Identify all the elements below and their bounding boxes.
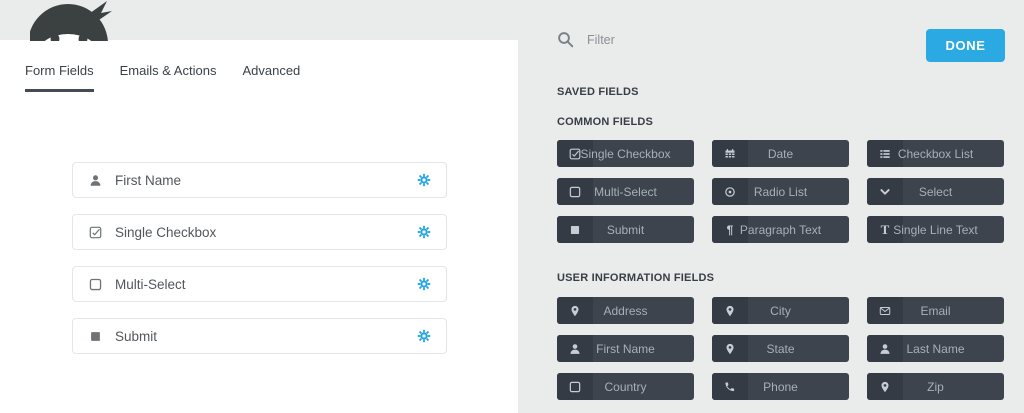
form-field-row-first-name[interactable]: First Name (72, 162, 447, 198)
palette-field-city[interactable]: City (712, 297, 849, 324)
field-palette-sidebar: DONE SAVED FIELDS COMMON FIELDS Single C… (518, 0, 1024, 413)
done-button[interactable]: DONE (926, 29, 1005, 62)
palette-field-multi-select[interactable]: Multi-Select (557, 178, 694, 205)
field-label: First Name (115, 173, 181, 188)
form-field-row-submit[interactable]: Submit (72, 318, 447, 354)
tab-form-fields[interactable]: Form Fields (25, 63, 94, 92)
form-builder-panel: Form Fields Emails & Actions Advanced Fi… (0, 40, 518, 413)
palette-field-label: Email (867, 297, 1004, 324)
palette-field-last-name[interactable]: Last Name (867, 335, 1004, 362)
form-field-row-multi-select[interactable]: Multi-Select (72, 266, 447, 302)
builder-tabs: Form Fields Emails & Actions Advanced (0, 40, 518, 92)
palette-field-zip[interactable]: Zip (867, 373, 1004, 400)
palette-field-label: Paragraph Text (712, 216, 849, 243)
palette-field-submit[interactable]: Submit (557, 216, 694, 243)
checkbox-empty-icon (89, 278, 102, 291)
saved-fields-heading: SAVED FIELDS (557, 86, 639, 98)
form-field-row-single-checkbox[interactable]: Single Checkbox (72, 214, 447, 250)
field-label: Multi-Select (115, 277, 186, 292)
palette-field-address[interactable]: Address (557, 297, 694, 324)
checkbox-checked-icon (89, 226, 102, 239)
field-label: Single Checkbox (115, 225, 216, 240)
palette-field-label: State (712, 335, 849, 362)
common-fields-heading: COMMON FIELDS (557, 116, 653, 128)
palette-field-label: Single Line Text (867, 216, 1004, 243)
palette-field-radio-list[interactable]: Radio List (712, 178, 849, 205)
palette-field-single-checkbox[interactable]: Single Checkbox (557, 140, 694, 167)
palette-field-label: Zip (867, 373, 1004, 400)
palette-field-label: Country (557, 373, 694, 400)
palette-field-phone[interactable]: Phone (712, 373, 849, 400)
field-label: Submit (115, 329, 157, 344)
person-icon (89, 174, 102, 187)
filter-input[interactable] (587, 33, 757, 47)
palette-field-label: City (712, 297, 849, 324)
palette-field-email[interactable]: Email (867, 297, 1004, 324)
palette-field-label: Submit (557, 216, 694, 243)
square-filled-icon (89, 330, 102, 343)
palette-field-checkbox-list[interactable]: Checkbox List (867, 140, 1004, 167)
palette-field-country[interactable]: Country (557, 373, 694, 400)
palette-field-date[interactable]: Date (712, 140, 849, 167)
palette-field-label: First Name (557, 335, 694, 362)
tab-advanced[interactable]: Advanced (242, 63, 300, 92)
gear-icon[interactable] (417, 329, 431, 343)
palette-field-label: Radio List (712, 178, 849, 205)
palette-field-state[interactable]: State (712, 335, 849, 362)
tab-emails-actions[interactable]: Emails & Actions (120, 63, 217, 92)
palette-field-first-name[interactable]: First Name (557, 335, 694, 362)
palette-field-label: Checkbox List (867, 140, 1004, 167)
gear-icon[interactable] (417, 277, 431, 291)
palette-field-label: Address (557, 297, 694, 324)
gear-icon[interactable] (417, 173, 431, 187)
user-information-fields-grid: Address City Email First Name State Last… (557, 297, 1004, 400)
filter-row (557, 31, 757, 48)
palette-field-label: Last Name (867, 335, 1004, 362)
palette-field-label: Select (867, 178, 1004, 205)
user-information-fields-heading: USER INFORMATION FIELDS (557, 272, 714, 284)
search-icon (557, 31, 574, 48)
ninja-head-icon (30, 0, 114, 41)
palette-field-paragraph-text[interactable]: ¶ Paragraph Text (712, 216, 849, 243)
ninja-forms-logo (30, 0, 114, 41)
palette-field-label: Phone (712, 373, 849, 400)
palette-field-label: Date (712, 140, 849, 167)
common-fields-grid: Single Checkbox Date Checkbox List Multi… (557, 140, 1004, 243)
palette-field-label: Multi-Select (557, 178, 694, 205)
palette-field-single-line-text[interactable]: T Single Line Text (867, 216, 1004, 243)
palette-field-select[interactable]: Select (867, 178, 1004, 205)
gear-icon[interactable] (417, 225, 431, 239)
form-canvas: First Name Single Checkbox Multi-Select … (72, 162, 447, 370)
palette-field-label: Single Checkbox (557, 140, 694, 167)
